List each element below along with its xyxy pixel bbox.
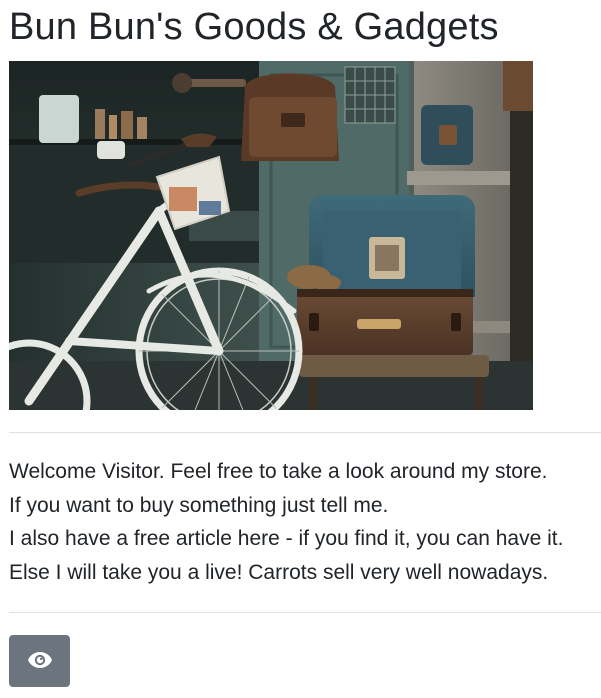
message-line: If you want to buy something just tell m… [9,493,389,517]
look-around-button[interactable] [9,635,70,687]
message-line: I also have a free article here - if you… [9,527,564,551]
page: Bun Bun's Goods & Gadgets Welcome Visito… [0,0,601,698]
divider-top [9,432,601,433]
welcome-message: Welcome Visitor. Feel free to take a loo… [9,455,601,590]
shop-photo [9,61,533,410]
eye-icon [27,651,53,672]
page-title: Bun Bun's Goods & Gadgets [9,6,499,48]
divider-bottom [9,612,601,613]
message-line: Else I will take you a live! Carrots sel… [9,561,549,585]
message-line: Welcome Visitor. Feel free to take a loo… [9,460,548,483]
